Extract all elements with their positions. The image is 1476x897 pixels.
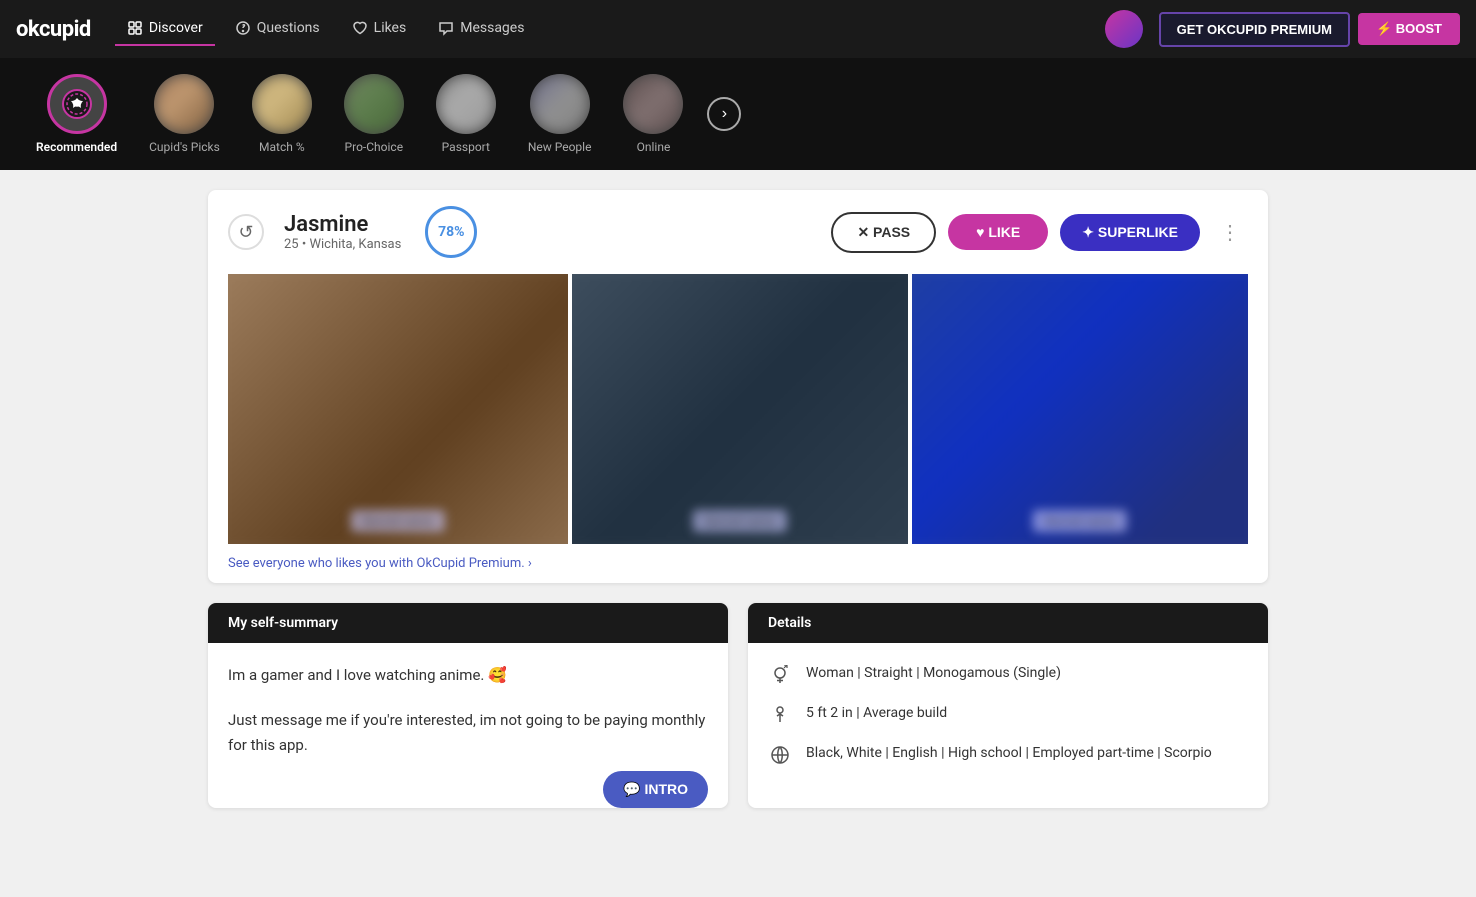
online-label: Online	[637, 140, 671, 154]
passport-img	[436, 74, 496, 134]
category-pro-choice[interactable]: Pro-Choice	[328, 66, 420, 162]
intro-button[interactable]: 💬 INTRO	[603, 771, 708, 808]
photos-grid: blurred name blurred name blurred name	[208, 274, 1268, 544]
cupids-picks-label: Cupid's Picks	[149, 140, 220, 154]
like-button[interactable]: ♥ LIKE	[948, 214, 1048, 250]
profile-card: ↺ Jasmine 25 • Wichita, Kansas 78% ✕ PAS…	[208, 190, 1268, 583]
details-body: Woman | Straight | Monogamous (Single) 5…	[748, 643, 1268, 803]
details-row-height: 5 ft 2 in | Average build	[768, 703, 1248, 727]
messages-icon	[438, 20, 454, 36]
undo-button[interactable]: ↺	[228, 214, 264, 250]
app-logo: okcupid	[16, 17, 91, 42]
match-percent-circle: 78%	[425, 206, 477, 258]
photo-2[interactable]: blurred name	[572, 274, 908, 544]
discover-icon	[127, 20, 143, 36]
pass-button[interactable]: ✕ PASS	[831, 212, 936, 253]
self-summary-header: My self-summary	[208, 603, 728, 643]
nav-likes[interactable]: Likes	[340, 12, 419, 46]
recommended-img	[47, 74, 107, 134]
self-summary-body: Im a gamer and I love watching anime. 🥰 …	[208, 643, 728, 779]
nav-messages[interactable]: Messages	[426, 12, 536, 46]
nav-questions[interactable]: Questions	[223, 12, 332, 46]
premium-cta-link[interactable]: See everyone who likes you with OkCupid …	[208, 544, 1268, 583]
match-label: Match %	[259, 140, 305, 154]
pro-choice-label: Pro-Choice	[345, 140, 404, 154]
recommended-label: Recommended	[36, 140, 117, 154]
cupids-picks-img	[154, 74, 214, 134]
questions-icon	[235, 20, 251, 36]
passport-label: Passport	[442, 140, 490, 154]
self-summary-text1: Im a gamer and I love watching anime. 🥰	[228, 663, 708, 689]
online-img	[623, 74, 683, 134]
category-new-people[interactable]: New People	[512, 66, 608, 162]
lower-cards: My self-summary Im a gamer and I love wa…	[208, 603, 1268, 808]
action-buttons: ✕ PASS ♥ LIKE ✦ SUPERLIKE ⋮	[831, 212, 1248, 253]
pro-choice-img	[344, 74, 404, 134]
superlike-button[interactable]: ✦ SUPERLIKE	[1060, 214, 1200, 251]
height-icon	[768, 703, 792, 727]
main-content: ↺ Jasmine 25 • Wichita, Kansas 78% ✕ PAS…	[188, 170, 1288, 828]
photo-3[interactable]: blurred name	[912, 274, 1248, 544]
user-avatar[interactable]	[1105, 10, 1143, 48]
profile-age-location: 25 • Wichita, Kansas	[284, 237, 401, 252]
new-people-label: New People	[528, 140, 592, 154]
category-passport[interactable]: Passport	[420, 66, 512, 162]
premium-button[interactable]: GET OKCUPID PREMIUM	[1159, 12, 1350, 47]
globe-icon	[768, 743, 792, 767]
details-row-gender: Woman | Straight | Monogamous (Single)	[768, 663, 1248, 687]
details-gender-text: Woman | Straight | Monogamous (Single)	[806, 663, 1061, 684]
details-height-text: 5 ft 2 in | Average build	[806, 703, 947, 724]
top-navigation: okcupid Discover Questions Likes Message…	[0, 0, 1476, 58]
details-header: Details	[748, 603, 1268, 643]
boost-button[interactable]: ⚡ BOOST	[1358, 13, 1460, 45]
category-recommended[interactable]: Recommended	[20, 66, 133, 162]
likes-icon	[352, 20, 368, 36]
photo-1[interactable]: blurred name	[228, 274, 568, 544]
category-match[interactable]: Match %	[236, 66, 328, 162]
match-img	[252, 74, 312, 134]
profile-header: ↺ Jasmine 25 • Wichita, Kansas 78% ✕ PAS…	[208, 190, 1268, 274]
category-bar: Recommended Cupid's Picks Match % Pro-Ch…	[0, 58, 1476, 170]
self-summary-card: My self-summary Im a gamer and I love wa…	[208, 603, 728, 808]
details-row-ethnicity: Black, White | English | High school | E…	[768, 743, 1248, 767]
category-cupids-picks[interactable]: Cupid's Picks	[133, 66, 236, 162]
categories-next-button[interactable]: ›	[707, 97, 741, 131]
profile-name-area: Jasmine 25 • Wichita, Kansas	[284, 212, 401, 252]
self-summary-text2: Just message me if you're interested, im…	[228, 708, 708, 759]
more-options-button[interactable]: ⋮	[1212, 216, 1248, 249]
profile-name: Jasmine	[284, 212, 401, 237]
details-ethnicity-text: Black, White | English | High school | E…	[806, 743, 1212, 764]
recommended-icon	[50, 77, 104, 131]
details-card: Details Woman | Straight | Monogamous (S…	[748, 603, 1268, 808]
gender-icon	[768, 663, 792, 687]
new-people-img	[530, 74, 590, 134]
nav-discover[interactable]: Discover	[115, 12, 215, 46]
category-online[interactable]: Online	[607, 66, 699, 162]
